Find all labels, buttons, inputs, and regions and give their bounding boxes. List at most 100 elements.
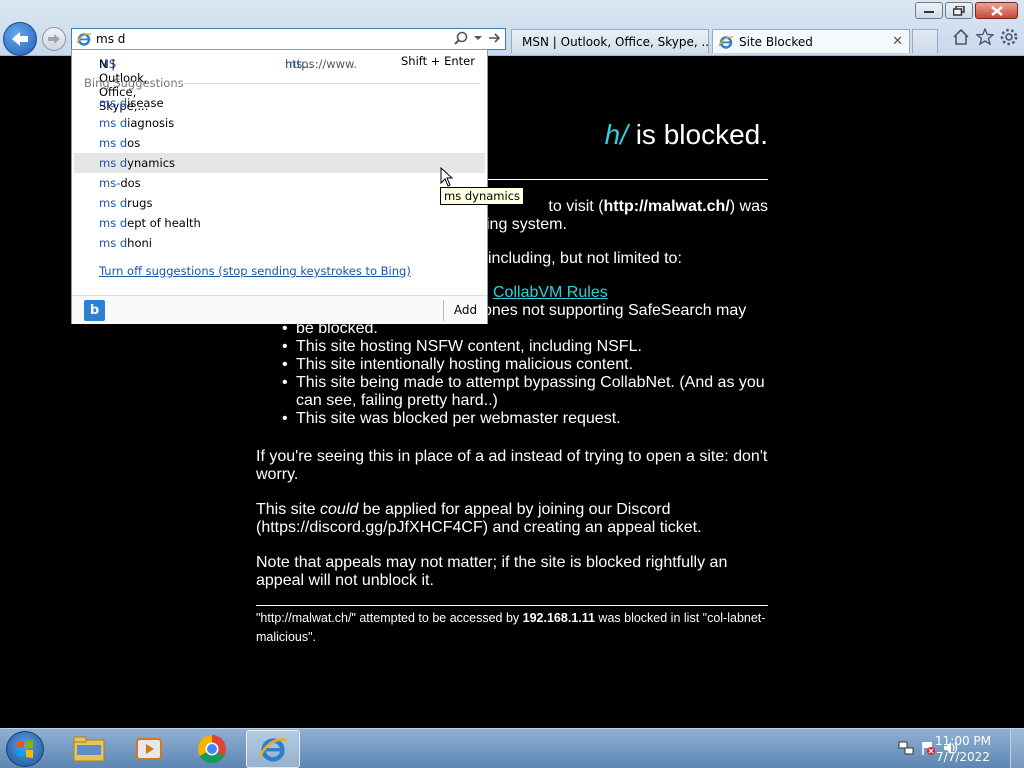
chrome-icon (198, 735, 226, 763)
suggestion-rest: iagnosis (127, 116, 175, 130)
folder-icon (73, 736, 105, 762)
close-window-button[interactable] (975, 2, 1018, 19)
suggestion-rest: ynamics (127, 156, 176, 170)
forward-arrow-icon (48, 34, 60, 44)
heading-text: is blocked. (627, 119, 768, 150)
taskbar-chrome[interactable] (185, 730, 239, 768)
home-icon[interactable] (952, 28, 970, 46)
bing-logo-icon[interactable]: b (84, 300, 105, 321)
address-input[interactable] (96, 30, 426, 48)
taskbar-explorer[interactable] (62, 730, 116, 768)
taskbar-media-player[interactable] (122, 730, 176, 768)
minimize-icon (924, 10, 934, 13)
suggestion-item[interactable]: ms dept of health (74, 213, 485, 233)
visit-text-end: ) was (729, 198, 768, 215)
safesearch-text: ones not supporting SafeSearch may (483, 302, 747, 319)
suggestion-rest: isease (127, 96, 164, 110)
suggestion-item[interactable]: ms dos (74, 133, 485, 153)
section-divider (180, 83, 480, 84)
clock-date: 7/7/2022 (936, 750, 990, 764)
appeal-emphasis: could (320, 501, 359, 518)
footer-divider (256, 605, 768, 606)
footer-text: "http://malwat.ch/" attempted to be acce… (256, 611, 523, 625)
footer-note: "http://malwat.ch/" attempted to be acce… (256, 609, 768, 647)
back-button[interactable] (3, 22, 37, 56)
minimize-button[interactable] (915, 2, 943, 19)
list-item: This site being made to attempt bypassin… (256, 374, 768, 410)
toolbar-right (952, 28, 1018, 46)
suggestions-footer: b Add (72, 295, 487, 324)
dropdown-chevron-icon[interactable] (474, 35, 482, 41)
taskbar-internet-explorer[interactable] (246, 730, 300, 768)
collabvm-rules-link[interactable]: CollabVM Rules (493, 284, 608, 301)
suggestion-rest: honi (127, 236, 152, 250)
tab-label: MSN | Outlook, Office, Skype, ... (522, 34, 709, 49)
appeal-paragraph: This site could be applied for appeal by… (256, 501, 768, 537)
suggestion-rest: rugs (127, 196, 153, 210)
suggestion-item-hovered[interactable]: ms dynamics (74, 153, 485, 173)
suggestion-item[interactable]: ms dhoni (74, 233, 485, 253)
suggestion-rest: ept of health (127, 216, 201, 230)
suggestion-typed: ms- (99, 176, 121, 190)
tab-site-blocked[interactable]: Site Blocked ✕ (712, 29, 910, 53)
footer-ip: 192.168.1.11 (522, 611, 595, 625)
forward-button[interactable] (42, 27, 66, 51)
suggestion-rest: os (127, 136, 141, 150)
note-paragraph: Note that appeals may not matter; if the… (256, 554, 728, 589)
address-bar[interactable] (71, 28, 506, 50)
taskbar: 11:00 PM 7/7/2022 (0, 728, 1024, 768)
bing-suggestions-heading: Bing Suggestions (84, 76, 184, 90)
internet-explorer-icon (258, 738, 287, 762)
suggestion-item[interactable]: ms-dos (74, 173, 485, 193)
ad-paragraph: If you're seeing this in place of a ad i… (256, 448, 768, 483)
visit-text: to visit ( (548, 198, 604, 215)
suggestion-typed: ms d (99, 156, 128, 170)
ie-page-icon (76, 33, 92, 46)
search-icon[interactable] (454, 31, 468, 45)
ie-favicon-icon (718, 35, 734, 49)
address-suggestions-dropdown: MS N | Outlook, Office, Skype,... https:/… (71, 49, 488, 324)
show-desktop-button[interactable] (1010, 729, 1024, 768)
tab-label: Site Blocked (739, 34, 813, 49)
suggestion-typed: ms d (99, 236, 128, 250)
heading-url: h/ (604, 119, 628, 150)
settings-gear-icon[interactable] (1000, 28, 1018, 46)
close-icon (990, 5, 1003, 16)
restore-icon (953, 5, 965, 16)
suggestion-rest: dos (120, 176, 141, 190)
mouse-cursor-icon (440, 167, 454, 187)
restore-button[interactable] (945, 2, 973, 19)
window-controls (915, 2, 1018, 19)
suggestion-typed: ms d (99, 216, 128, 230)
taskbar-clock[interactable]: 11:00 PM 7/7/2022 (928, 733, 998, 765)
back-arrow-icon (12, 32, 28, 46)
suggestion-typed: ms d (99, 116, 128, 130)
tooltip: ms dynamics (440, 187, 525, 205)
visit-line2: ing system. (486, 216, 567, 233)
browser-chrome: MSN | Outlook, Office, Skype, ... Site B… (0, 0, 1024, 56)
address-bar-actions (454, 31, 501, 45)
suggestion-top-site[interactable]: MS N | Outlook, Office, Skype,... https:/… (72, 51, 487, 113)
windows-logo-icon (17, 740, 33, 758)
start-button[interactable] (6, 731, 44, 767)
top-site-url-hl: ms... (285, 57, 314, 71)
add-search-provider-button[interactable]: Add (443, 300, 487, 321)
suggestion-typed: ms d (99, 96, 128, 110)
new-tab-button[interactable] (912, 29, 938, 53)
turn-off-suggestions-link[interactable]: Turn off suggestions (stop sending keyst… (99, 264, 411, 278)
list-item: This site was blocked per webmaster requ… (256, 410, 768, 428)
list-item: This site hosting NSFW content, includin… (256, 338, 768, 356)
list-item: This site intentionally hosting maliciou… (256, 356, 768, 374)
appeal-text: This site (256, 501, 321, 518)
suggestion-item[interactable]: ms diagnosis (74, 113, 485, 133)
tab-msn[interactable]: MSN | Outlook, Office, Skype, ... (511, 29, 709, 53)
network-icon[interactable] (898, 740, 914, 756)
tab-close-icon[interactable]: ✕ (892, 34, 903, 49)
visit-url: http://malwat.ch/ (603, 198, 730, 215)
suggestion-item[interactable]: ms drugs (74, 193, 485, 213)
suggestion-item[interactable]: ms disease (74, 93, 485, 113)
suggestion-typed: ms d (99, 136, 128, 150)
favorites-star-icon[interactable] (976, 28, 994, 46)
clock-time: 11:00 PM (935, 734, 991, 748)
go-arrow-icon[interactable] (488, 32, 501, 44)
